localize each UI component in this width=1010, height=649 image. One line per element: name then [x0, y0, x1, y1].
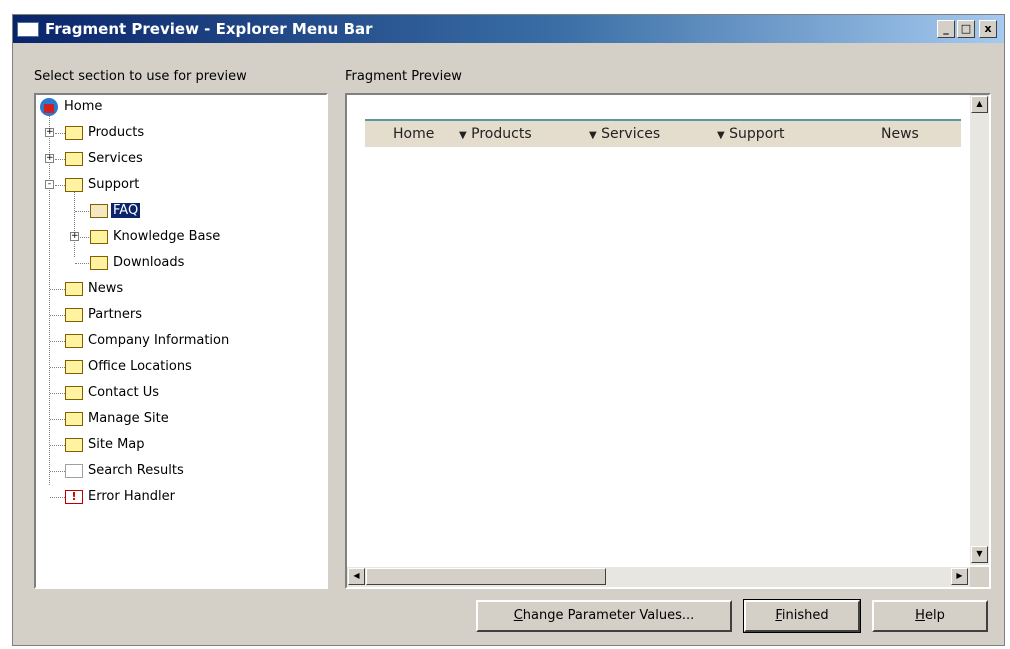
open-folder-icon: [90, 204, 108, 218]
help-button[interactable]: Help: [872, 600, 988, 632]
fragment-preview-label: Fragment Preview: [345, 69, 462, 84]
tree-item-contact-us[interactable]: Contact Us: [40, 383, 240, 405]
tree-item-home[interactable]: Home: [40, 97, 240, 119]
button-label: elp: [924, 608, 945, 623]
menu-item-products[interactable]: ▼ Products: [459, 126, 532, 142]
window-icon: [17, 22, 39, 37]
tree-item-label: Support: [88, 177, 140, 192]
folder-icon: [65, 360, 83, 374]
folder-icon: [90, 230, 108, 244]
tree-item-knowledge-base[interactable]: + Knowledge Base: [40, 227, 280, 249]
tree-item-services[interactable]: + Services: [40, 149, 240, 171]
change-parameter-values-button[interactable]: Change Parameter Values...: [476, 600, 732, 632]
button-label: inished: [781, 608, 829, 623]
folder-icon: [65, 126, 83, 140]
folder-icon: [65, 412, 83, 426]
tree-item-label: Knowledge Base: [113, 229, 221, 244]
tree-item-office-locations[interactable]: Office Locations: [40, 357, 280, 379]
tree-item-manage-site[interactable]: Manage Site: [40, 409, 240, 431]
tree-item-label: FAQ: [111, 203, 141, 218]
tree-item-label: Partners: [88, 307, 143, 322]
scroll-right-arrow-icon[interactable]: ▶: [951, 568, 968, 585]
tree-item-news[interactable]: News: [40, 279, 240, 301]
error-icon: !: [65, 490, 83, 504]
tree-item-label: Manage Site: [88, 411, 169, 426]
horizontal-scrollbar[interactable]: ◀ ▶: [347, 567, 970, 587]
tree-item-partners[interactable]: Partners: [40, 305, 240, 327]
menu-item-home[interactable]: Home: [393, 126, 434, 142]
home-icon: [40, 98, 58, 116]
close-button[interactable]: x: [979, 20, 997, 38]
section-select-label: Select section to use for preview: [34, 69, 247, 84]
fragment-preview-pane[interactable]: Home ▼ Products ▼ Services ▼ Support New…: [345, 93, 991, 589]
menu-item-label: Products: [471, 126, 532, 142]
scrollbar-corner: [970, 567, 989, 587]
tree-item-products[interactable]: + Products: [40, 123, 240, 145]
dropdown-arrow-icon: ▼: [459, 130, 467, 141]
tree-item-label: Site Map: [88, 437, 145, 452]
folder-icon: [65, 334, 83, 348]
dropdown-arrow-icon: ▼: [589, 130, 597, 141]
section-tree[interactable]: Home + Products + Services - Support FAQ: [34, 93, 328, 589]
tree-item-label: Office Locations: [88, 359, 192, 374]
folder-icon: [65, 152, 83, 166]
folder-icon: [90, 256, 108, 270]
menu-item-label: Support: [729, 126, 785, 142]
button-label: hange Parameter Values...: [522, 608, 695, 623]
scroll-left-arrow-icon[interactable]: ◀: [348, 568, 365, 585]
dropdown-arrow-icon: ▼: [717, 130, 725, 141]
vertical-scrollbar[interactable]: ▲ ▼: [970, 95, 989, 565]
tree-item-label: Downloads: [113, 255, 185, 270]
title-bar[interactable]: Fragment Preview - Explorer Menu Bar _ □…: [13, 15, 1004, 43]
tree-item-error-handler[interactable]: ! Error Handler: [40, 487, 260, 509]
horizontal-scroll-thumb[interactable]: [366, 568, 606, 585]
collapse-icon[interactable]: -: [45, 180, 54, 189]
finished-button[interactable]: Finished: [743, 599, 861, 633]
scroll-up-arrow-icon[interactable]: ▲: [971, 96, 988, 113]
tree-item-label: Home: [64, 99, 103, 114]
tree-item-label: Error Handler: [88, 489, 176, 504]
accelerator-key: C: [513, 608, 523, 623]
tree-item-company-information[interactable]: Company Information: [40, 331, 300, 353]
tree-item-label: Products: [88, 125, 145, 140]
menu-item-services[interactable]: ▼ Services: [589, 126, 660, 142]
folder-icon: [65, 438, 83, 452]
dialog-window: Fragment Preview - Explorer Menu Bar _ □…: [12, 14, 1005, 646]
tree-item-label: Contact Us: [88, 385, 159, 400]
explorer-menu-bar: Home ▼ Products ▼ Services ▼ Support New…: [365, 119, 961, 147]
accelerator-key: H: [915, 608, 925, 623]
menu-item-support[interactable]: ▼ Support: [717, 126, 785, 142]
expand-icon[interactable]: +: [45, 154, 54, 163]
folder-icon: [65, 308, 83, 322]
tree-item-label: Company Information: [88, 333, 230, 348]
expand-icon[interactable]: +: [70, 232, 79, 241]
tree-item-site-map[interactable]: Site Map: [40, 435, 240, 457]
folder-icon: [65, 386, 83, 400]
tree-item-faq[interactable]: FAQ: [40, 201, 240, 223]
tree-item-search-results[interactable]: Search Results: [40, 461, 260, 483]
expand-icon[interactable]: +: [45, 128, 54, 137]
window-title: Fragment Preview - Explorer Menu Bar: [45, 20, 373, 38]
maximize-button[interactable]: □: [957, 20, 975, 38]
tree-item-support[interactable]: - Support: [40, 175, 240, 197]
folder-icon: [65, 282, 83, 296]
tree-item-label: Services: [88, 151, 143, 166]
minimize-button[interactable]: _: [937, 20, 955, 38]
tree-item-label: Search Results: [88, 463, 184, 478]
tree-item-downloads[interactable]: Downloads: [40, 253, 240, 275]
menu-item-label: Services: [601, 126, 661, 142]
blank-page-icon: [65, 464, 83, 478]
menu-item-news[interactable]: News: [881, 126, 919, 142]
scroll-down-arrow-icon[interactable]: ▼: [971, 546, 988, 563]
tree-item-label: News: [88, 281, 124, 296]
folder-icon: [65, 178, 83, 192]
